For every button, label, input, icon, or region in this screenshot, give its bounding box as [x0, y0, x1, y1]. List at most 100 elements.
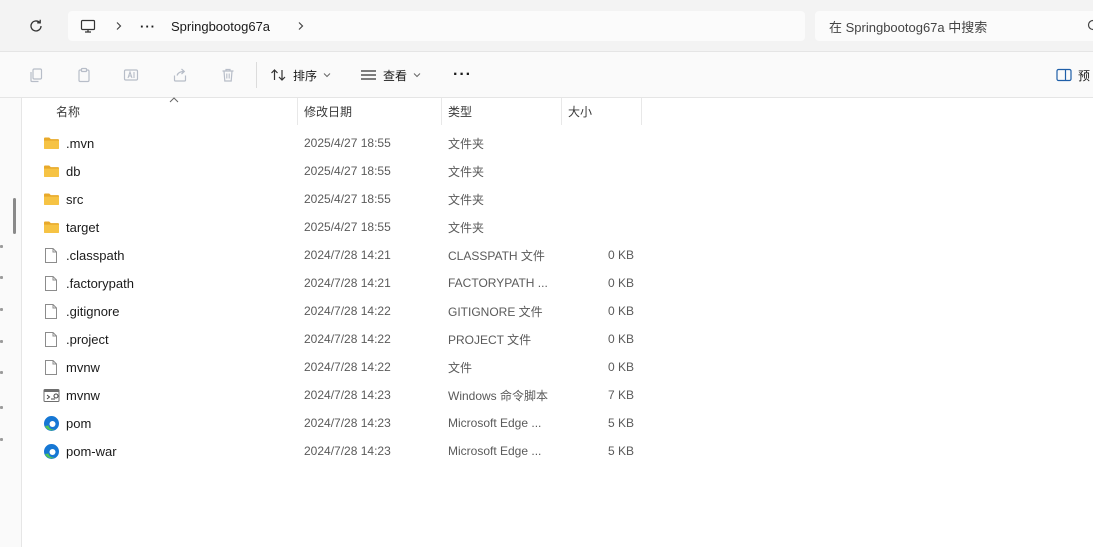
- file-type: PROJECT 文件: [448, 332, 532, 347]
- folder-icon: [42, 162, 60, 180]
- file-name: db: [66, 163, 81, 179]
- file-date: 2025/4/27 18:55: [304, 136, 391, 150]
- sort-label: 排序: [293, 68, 318, 83]
- navigation-scrollbar-thumb[interactable]: [13, 198, 16, 234]
- file-size: 0 KB: [607, 360, 634, 374]
- rename-icon: [123, 69, 139, 81]
- file-size: [562, 157, 634, 185]
- toolbar-divider: [256, 62, 257, 88]
- file-size: [562, 185, 634, 213]
- delete-button[interactable]: [218, 65, 238, 85]
- file-date: 2024/7/28 14:22: [304, 304, 391, 318]
- breadcrumb-chevron-icon[interactable]: [114, 11, 124, 41]
- column-date[interactable]: 修改日期: [304, 98, 352, 125]
- breadcrumb-more-button[interactable]: ···: [140, 11, 156, 41]
- rename-button[interactable]: [121, 65, 141, 85]
- file-row[interactable]: .gitignore 2024/7/28 14:22 GITIGNORE 文件 …: [22, 297, 1093, 325]
- chevron-down-icon: [413, 73, 421, 78]
- file-type: CLASSPATH 文件: [448, 248, 545, 263]
- file-row[interactable]: mvnw 2024/7/28 14:22 文件 0 KB: [22, 353, 1093, 381]
- file-icon: [42, 274, 60, 292]
- file-date: 2024/7/28 14:23: [304, 388, 391, 402]
- file-date: 2024/7/28 14:23: [304, 444, 391, 458]
- breadcrumb-current-folder[interactable]: Springbootog67a: [171, 11, 270, 41]
- nav-item-marker: [0, 406, 3, 409]
- file-type: 文件夹: [448, 136, 485, 151]
- sort-button[interactable]: 排序: [270, 62, 331, 88]
- nav-item-marker: [0, 340, 3, 343]
- file-name: mvnw: [66, 387, 100, 403]
- copy-button[interactable]: [26, 65, 46, 85]
- file-size: [562, 129, 634, 157]
- column-type[interactable]: 类型: [448, 98, 472, 125]
- file-size: 5 KB: [607, 444, 634, 458]
- folder-icon: [42, 190, 60, 208]
- command-bar: 排序 查看 ··· 预: [0, 52, 1093, 98]
- file-icon: [42, 358, 60, 376]
- file-size: 7 KB: [607, 388, 634, 402]
- column-divider[interactable]: [561, 98, 562, 125]
- preview-pane-button[interactable]: 预: [1056, 62, 1090, 88]
- more-options-button[interactable]: ···: [453, 62, 472, 88]
- address-box[interactable]: ··· Springbootog67a: [68, 11, 805, 41]
- file-name: .classpath: [66, 247, 125, 263]
- view-button[interactable]: 查看: [360, 62, 421, 88]
- trash-icon: [222, 68, 234, 82]
- column-name[interactable]: 名称: [56, 98, 80, 125]
- this-pc-crumb[interactable]: [80, 11, 96, 41]
- edge-icon: [42, 414, 60, 432]
- column-divider[interactable]: [297, 98, 298, 125]
- file-date: 2025/4/27 18:55: [304, 192, 391, 206]
- column-divider[interactable]: [441, 98, 442, 125]
- file-date: 2024/7/28 14:21: [304, 276, 391, 290]
- file-name: mvnw: [66, 359, 100, 375]
- file-row[interactable]: pom-war 2024/7/28 14:23 Microsoft Edge .…: [22, 437, 1093, 465]
- file-row[interactable]: .classpath 2024/7/28 14:21 CLASSPATH 文件 …: [22, 241, 1093, 269]
- file-type: GITIGNORE 文件: [448, 304, 543, 319]
- share-button[interactable]: [170, 65, 190, 85]
- column-size[interactable]: 大小: [568, 98, 592, 125]
- file-date: 2024/7/28 14:22: [304, 332, 391, 346]
- file-row[interactable]: .mvn 2025/4/27 18:55 文件夹: [22, 129, 1093, 157]
- file-row[interactable]: src 2025/4/27 18:55 文件夹: [22, 185, 1093, 213]
- folder-icon: [42, 218, 60, 236]
- file-type: Windows 命令脚本: [448, 388, 549, 403]
- paste-icon: [78, 67, 90, 83]
- search-input[interactable]: 在 Springbootog67a 中搜索: [815, 11, 1093, 41]
- search-icon: [1087, 19, 1093, 31]
- nav-item-marker: [0, 245, 3, 248]
- nav-item-marker: [0, 438, 3, 441]
- column-divider[interactable]: [641, 98, 642, 125]
- nav-item-marker: [0, 276, 3, 279]
- file-row[interactable]: mvnw 2024/7/28 14:23 Windows 命令脚本 7 KB: [22, 381, 1093, 409]
- file-row[interactable]: target 2025/4/27 18:55 文件夹: [22, 213, 1093, 241]
- file-type: Microsoft Edge ...: [448, 444, 542, 458]
- file-name: pom: [66, 415, 92, 431]
- file-size: 0 KB: [607, 248, 634, 262]
- file-row[interactable]: .factorypath 2024/7/28 14:21 FACTORYPATH…: [22, 269, 1093, 297]
- refresh-button[interactable]: [22, 12, 50, 40]
- paste-button[interactable]: [74, 65, 94, 85]
- view-list-icon: [361, 70, 376, 80]
- file-row[interactable]: db 2025/4/27 18:55 文件夹: [22, 157, 1093, 185]
- breadcrumb-end-chevron-icon[interactable]: [296, 11, 306, 41]
- file-date: 2024/7/28 14:23: [304, 416, 391, 430]
- navigation-pane[interactable]: [0, 98, 22, 547]
- file-row[interactable]: pom 2024/7/28 14:23 Microsoft Edge ... 5…: [22, 409, 1093, 437]
- computer-icon: [80, 19, 96, 33]
- file-row[interactable]: .project 2024/7/28 14:22 PROJECT 文件 0 KB: [22, 325, 1093, 353]
- file-type: 文件夹: [448, 192, 485, 207]
- preview-label: 预: [1078, 68, 1091, 83]
- file-type: 文件夹: [448, 220, 485, 235]
- file-type: 文件: [448, 360, 473, 375]
- share-icon: [173, 68, 187, 82]
- refresh-icon: [30, 19, 42, 32]
- file-size: [562, 213, 634, 241]
- sort-ascending-icon: [169, 97, 179, 103]
- file-name: .gitignore: [66, 303, 120, 319]
- search-placeholder: 在 Springbootog67a 中搜索: [829, 19, 988, 35]
- file-name: pom-war: [66, 443, 117, 459]
- file-name: src: [66, 191, 84, 207]
- file-size: 0 KB: [607, 276, 634, 290]
- file-name: .factorypath: [66, 275, 134, 291]
